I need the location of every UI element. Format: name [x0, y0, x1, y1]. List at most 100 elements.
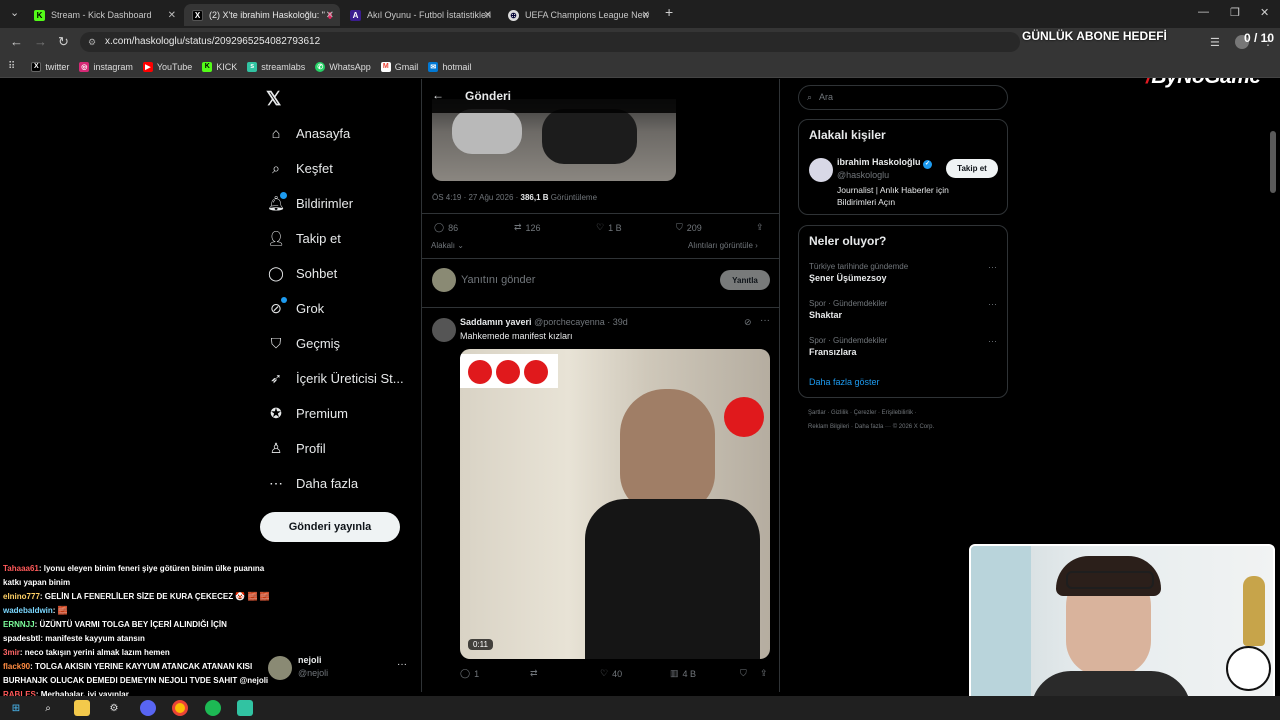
- trend-item[interactable]: Spor · Gündemdekiler Fransızlara: [809, 336, 999, 357]
- site-info-icon[interactable]: ⚙: [88, 32, 96, 52]
- bookmark-twitter[interactable]: Xtwitter: [31, 61, 69, 72]
- post-timestamp: ÖS 4:19 · 27 Ağu 2026 · 386,1 B Görüntül…: [432, 193, 598, 202]
- nav-item-creator-studio[interactable]: ➶ İçerik Üreticisi St...: [268, 370, 404, 386]
- post-button[interactable]: Gönderi yayınla: [260, 512, 400, 542]
- x-logo-icon[interactable]: 𝕏: [266, 88, 281, 111]
- reply-video[interactable]: 0:11: [460, 349, 770, 659]
- nav-item-more[interactable]: ⋯ Daha fazla: [268, 475, 358, 491]
- spotify-icon[interactable]: [205, 700, 221, 716]
- discord-icon[interactable]: [140, 700, 156, 716]
- menu-list-icon[interactable]: ☰: [1210, 36, 1220, 49]
- tab-search-icon[interactable]: ⌄: [10, 6, 19, 19]
- bookmark-whatsapp[interactable]: ✆ WhatsApp: [315, 61, 371, 72]
- back-arrow-icon[interactable]: ←: [432, 88, 444, 102]
- chat-message: elnino777: GELİN LA FENERLİLER SİZE DE K…: [3, 592, 270, 601]
- bookmark-youtube[interactable]: ▶ YouTube: [142, 61, 192, 72]
- tab-uefa[interactable]: ⊕ UEFA Champions League New ✕: [500, 4, 656, 26]
- nav-item-bookmarks[interactable]: ⛉ Geçmiş: [268, 335, 340, 351]
- bookmark-kick[interactable]: K KICK: [202, 61, 237, 72]
- reply-share-action[interactable]: ⇪: [760, 668, 768, 679]
- tab-x-post[interactable]: X (2) X'te ibrahim Haskoloğlu: " ✕: [184, 4, 340, 26]
- home-icon: ⌂: [271, 125, 281, 141]
- kick-icon: K: [202, 61, 213, 72]
- reply-author-name[interactable]: Saddamın yaveri: [460, 317, 532, 327]
- related-person-avatar[interactable]: [809, 158, 833, 182]
- follow-button[interactable]: Takip et: [946, 159, 998, 178]
- page-scrollbar[interactable]: [1270, 131, 1276, 193]
- post-views-count: 386,1 B: [520, 193, 549, 202]
- nav-item-home[interactable]: ⌂ Anasayfa: [268, 125, 350, 141]
- reply-input[interactable]: Yanıtını gönder: [461, 274, 535, 286]
- apps-grid-icon[interactable]: ⠿: [8, 61, 15, 72]
- like-action[interactable]: ♡ 1 B: [596, 222, 622, 233]
- streamlabs-icon[interactable]: [237, 700, 253, 716]
- close-icon[interactable]: ✕: [642, 10, 650, 21]
- reply-views[interactable]: ▥ 4 B: [670, 668, 696, 679]
- nav-item-grok[interactable]: ⊘ Grok: [268, 297, 324, 316]
- tab-kick-dashboard[interactable]: K Stream - Kick Dashboard ✕: [26, 4, 182, 26]
- x-icon: X: [31, 61, 42, 72]
- account-name: nejoli: [298, 655, 322, 665]
- search-icon[interactable]: ⌕: [40, 700, 56, 716]
- footer-links[interactable]: Reklam Bilgileri · Daha fazla ··· © 2026…: [808, 424, 934, 430]
- chat-message: spadesbtl: manifeste kayyum atansın: [3, 634, 145, 643]
- red-circle-icon: [724, 397, 764, 437]
- chat-message: flack90: TOLGA AKISIN YERINE KAYYUM ATAN…: [3, 662, 269, 685]
- account-menu-icon[interactable]: ···: [397, 659, 407, 670]
- chrome-icon[interactable]: [172, 700, 188, 716]
- trend-more-icon[interactable]: ···: [988, 336, 997, 346]
- bookmark-hotmail[interactable]: ✉ hotmail: [428, 61, 471, 72]
- reply-button[interactable]: Yanıtla: [720, 270, 770, 290]
- chat-icon: ◯: [268, 264, 284, 281]
- nav-item-profile[interactable]: ♙ Profil: [268, 440, 326, 456]
- trend-item[interactable]: Türkiye tarihinde gündemde Şener Üşümezs…: [809, 262, 999, 283]
- search-input[interactable]: ⌕ Ara: [798, 85, 1008, 110]
- nav-item-explore[interactable]: ⌕ Keşfet: [268, 160, 333, 176]
- trend-item[interactable]: Spor · Gündemdekiler Shaktar: [809, 299, 999, 320]
- reply-author-avatar[interactable]: [432, 318, 456, 342]
- new-tab-icon[interactable]: +: [665, 4, 673, 20]
- bookmark-streamlabs[interactable]: s streamlabs: [247, 61, 305, 72]
- nav-item-premium[interactable]: ✪ Premium: [268, 405, 348, 421]
- close-icon[interactable]: ✕: [326, 10, 334, 21]
- more-options-icon[interactable]: ···: [760, 315, 770, 326]
- grok-icon[interactable]: ⊘: [744, 317, 752, 328]
- tab-akil-oyunu[interactable]: A Akıl Oyunu - Futbol İstatistikleri ✕: [342, 4, 498, 26]
- reply-reply-action[interactable]: ◯ 1: [460, 668, 479, 679]
- nav-item-chat[interactable]: ◯ Sohbet: [268, 265, 337, 281]
- back-icon[interactable]: ←: [10, 34, 23, 49]
- bookmark-action[interactable]: ⛉ 209: [676, 222, 702, 233]
- address-bar[interactable]: ⚙ x.com/haskologlu/status/20929652540827…: [80, 32, 1020, 52]
- reply-repost-action[interactable]: ⇄: [530, 668, 538, 679]
- sort-dropdown[interactable]: Alakalı ⌄: [431, 241, 464, 250]
- related-person-name-line[interactable]: ibrahim Haskoloğlu ✓: [837, 157, 933, 169]
- window-close-icon[interactable]: ✕: [1260, 6, 1269, 19]
- bookmark-instagram[interactable]: ◎ instagram: [79, 61, 133, 72]
- file-explorer-icon[interactable]: [74, 700, 90, 716]
- reply-action[interactable]: ◯ 86: [434, 222, 458, 233]
- reply-like-action[interactable]: ♡ 40: [600, 668, 622, 679]
- trend-more-icon[interactable]: ···: [988, 262, 997, 272]
- nav-item-notifications[interactable]: 🔔︎ Bildirimler: [267, 192, 353, 211]
- close-icon[interactable]: ✕: [168, 10, 176, 21]
- share-action[interactable]: ⇪: [756, 222, 764, 233]
- windows-start-icon[interactable]: ⊞: [8, 700, 24, 716]
- bookmark-gmail[interactable]: M Gmail: [380, 61, 418, 72]
- heart-icon: ♡: [596, 222, 605, 232]
- settings-icon[interactable]: ⚙: [106, 700, 122, 716]
- minimize-icon[interactable]: —: [1198, 6, 1209, 18]
- footer-links[interactable]: Şartlar · Gizlilik · Çerezler · Erişileb…: [808, 410, 917, 416]
- person-head: [620, 389, 715, 514]
- view-quotes-link[interactable]: Alıntıları görüntüle ›: [688, 241, 758, 250]
- nav-item-follow[interactable]: 👤︎ Takip et: [267, 230, 341, 246]
- reload-icon[interactable]: ↻: [58, 34, 69, 50]
- restore-icon[interactable]: ❐: [1230, 6, 1240, 19]
- forward-icon[interactable]: →: [34, 34, 47, 49]
- repost-action[interactable]: ⇄ 126: [514, 222, 541, 233]
- reply-bookmark-action[interactable]: ⛉: [740, 668, 747, 679]
- whatsapp-icon: ✆: [315, 61, 326, 72]
- trend-more-icon[interactable]: ···: [988, 299, 997, 309]
- close-icon[interactable]: ✕: [484, 10, 492, 21]
- divider: [422, 307, 779, 308]
- show-more-link[interactable]: Daha fazla göster: [809, 377, 880, 387]
